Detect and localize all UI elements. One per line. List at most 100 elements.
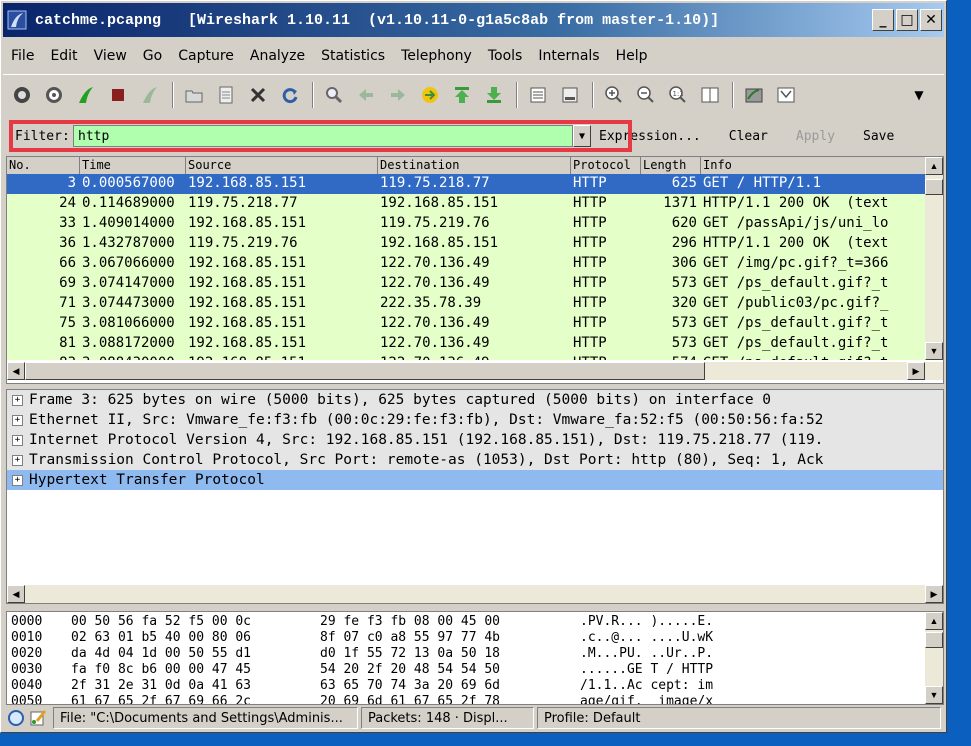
menu-internals[interactable]: Internals [530,48,607,64]
stop-capture-icon[interactable] [103,80,133,110]
hex-bytes-2[interactable]: 54 20 2f 20 48 54 54 50 [320,662,500,677]
hex-offset[interactable]: 0000 [11,614,42,629]
scroll-thumb[interactable] [925,179,943,195]
hex-bytes-1[interactable]: da 4d 04 1d 00 50 55 d1 [71,646,251,661]
hex-bytes-2[interactable]: 29 fe f3 fb 08 00 45 00 [320,614,500,629]
details-hscroll[interactable]: ◀ ▶ [7,585,943,603]
maximize-button[interactable]: □ [896,9,918,31]
scroll-right-icon[interactable]: ▶ [907,362,925,380]
scroll-down-icon[interactable]: ▼ [925,686,943,704]
hex-ascii[interactable]: .c..@... ....U.wK [580,630,713,645]
status-profile[interactable]: Profile: Default [537,707,941,729]
hex-ascii[interactable]: age/gif, image/x [580,694,713,704]
hex-offset[interactable]: 0040 [11,678,42,693]
hex-bytes-2[interactable]: 20 69 6d 61 67 65 2f 78 [320,694,500,704]
capture-filters-icon[interactable] [739,80,769,110]
menu-telephony[interactable]: Telephony [393,48,480,64]
last-packet-icon[interactable] [479,80,509,110]
go-back-icon[interactable] [351,80,381,110]
packet-row[interactable]: 81 3.088172000 192.168.85.151 122.70.136.49… [7,334,925,354]
title-bar[interactable]: catchme.pcapng [Wireshark 1.10.11 (v1.10… [3,3,944,37]
packet-list-vscroll[interactable]: ▲ ▼ [925,157,943,360]
hex-bytes-1[interactable]: fa f0 8c b6 00 00 47 45 [71,662,251,677]
start-capture-icon[interactable] [71,80,101,110]
colorize-icon[interactable] [523,80,553,110]
hex-bytes-2[interactable]: 63 65 70 74 3a 20 69 6d [320,678,500,693]
menu-view[interactable]: View [86,48,135,64]
detail-item[interactable]: + Transmission Control Protocol, Src Port… [7,450,943,470]
hex-bytes-1[interactable]: 02 63 01 b5 40 00 80 06 [71,630,251,645]
packet-row[interactable]: 66 3.067066000 192.168.85.151 122.70.136.49… [7,254,925,274]
column-protocol[interactable]: Protocol [571,157,641,174]
hex-bytes-2[interactable]: 8f 07 c0 a8 55 97 77 4b [320,630,500,645]
go-to-packet-icon[interactable] [415,80,445,110]
open-file-icon[interactable] [179,80,209,110]
scroll-right-icon[interactable]: ▶ [925,585,943,603]
expression-button[interactable]: Expression... [597,129,715,144]
packet-row[interactable]: 69 3.074147000 192.168.85.151 122.70.136.49… [7,274,925,294]
expand-icon[interactable]: + [12,414,23,426]
menu-file[interactable]: File [3,48,42,64]
hex-ascii[interactable]: ......GE T / HTTP [580,662,713,677]
hex-ascii[interactable]: .M...PU. ..Ur..P. [580,646,713,661]
capture-options-icon[interactable] [39,80,69,110]
minimize-button[interactable]: _ [872,9,894,31]
packet-row[interactable]: 83 3.088430000 192.168.85.151 122.70.136.49… [7,354,925,360]
detail-item[interactable]: + Internet Protocol Version 4, Src: 192.1… [7,430,943,450]
restart-capture-icon[interactable] [135,80,165,110]
close-file-icon[interactable] [243,80,273,110]
close-button[interactable]: ✕ [920,9,942,31]
hex-offset[interactable]: 0030 [11,662,42,677]
filter-dropdown-icon[interactable]: ▼ [573,125,591,147]
go-forward-icon[interactable] [383,80,413,110]
apply-button[interactable]: Apply [782,129,849,144]
packet-row[interactable]: 36 1.432787000 119.75.219.76 192.168.85.151… [7,234,925,254]
scroll-left-icon[interactable]: ◀ [7,585,25,603]
menu-statistics[interactable]: Statistics [313,48,393,64]
auto-scroll-icon[interactable] [555,80,585,110]
detail-item[interactable]: + Frame 3: 625 bytes on wire (5000 bits),… [7,390,943,410]
capture-comment-icon[interactable] [29,709,47,727]
display-filters-icon[interactable] [771,80,801,110]
scroll-up-icon[interactable]: ▲ [925,157,943,175]
expand-icon[interactable]: + [12,394,23,406]
menu-analyze[interactable]: Analyze [242,48,313,64]
packet-list-hscroll[interactable]: ◀ ▶ [7,362,943,380]
detail-item[interactable]: + Hypertext Transfer Protocol [7,470,943,490]
filter-input[interactable]: http [73,125,573,147]
save-file-icon[interactable] [211,80,241,110]
find-packet-icon[interactable] [319,80,349,110]
bytes-vscroll[interactable]: ▲ ▼ [925,612,943,704]
clear-button[interactable]: Clear [715,129,782,144]
packet-row[interactable]: 71 3.074473000 192.168.85.151 222.35.78.39 H… [7,294,925,314]
hex-offset[interactable]: 0020 [11,646,42,661]
zoom-out-icon[interactable] [631,80,661,110]
packet-row[interactable]: 3 0.000567000 192.168.85.151 119.75.218.77 H… [7,174,925,194]
hex-bytes-1[interactable]: 61 67 65 2f 67 69 66 2c [71,694,251,704]
menu-tools[interactable]: Tools [480,48,531,64]
menu-help[interactable]: Help [608,48,656,64]
column-info[interactable]: Info [701,157,927,174]
expand-icon[interactable]: + [12,474,23,486]
column-no[interactable]: No. [7,157,80,174]
hex-bytes-1[interactable]: 00 50 56 fa 52 f5 00 0c [71,614,251,629]
menu-go[interactable]: Go [135,48,170,64]
column-destination[interactable]: Destination [378,157,571,174]
menu-capture[interactable]: Capture [170,48,242,64]
expand-icon[interactable]: + [12,434,23,446]
column-length[interactable]: Length [641,157,701,174]
hscroll-thumb[interactable] [25,362,705,380]
first-packet-icon[interactable] [447,80,477,110]
menu-edit[interactable]: Edit [42,48,85,64]
scroll-down-icon[interactable]: ▼ [925,342,943,360]
hex-offset[interactable]: 0050 [11,694,42,704]
toolbar-more-icon[interactable]: ▼ [904,80,934,110]
expand-icon[interactable]: + [12,454,23,466]
column-source[interactable]: Source [186,157,378,174]
scroll-left-icon[interactable]: ◀ [7,362,25,380]
zoom-in-icon[interactable] [599,80,629,110]
packet-row[interactable]: 75 3.081066000 192.168.85.151 122.70.136.49… [7,314,925,334]
hex-ascii[interactable]: .PV.R... ).....E. [580,614,713,629]
scroll-thumb[interactable] [925,632,943,648]
packet-row[interactable]: 33 1.409014000 192.168.85.151 119.75.219.76… [7,214,925,234]
